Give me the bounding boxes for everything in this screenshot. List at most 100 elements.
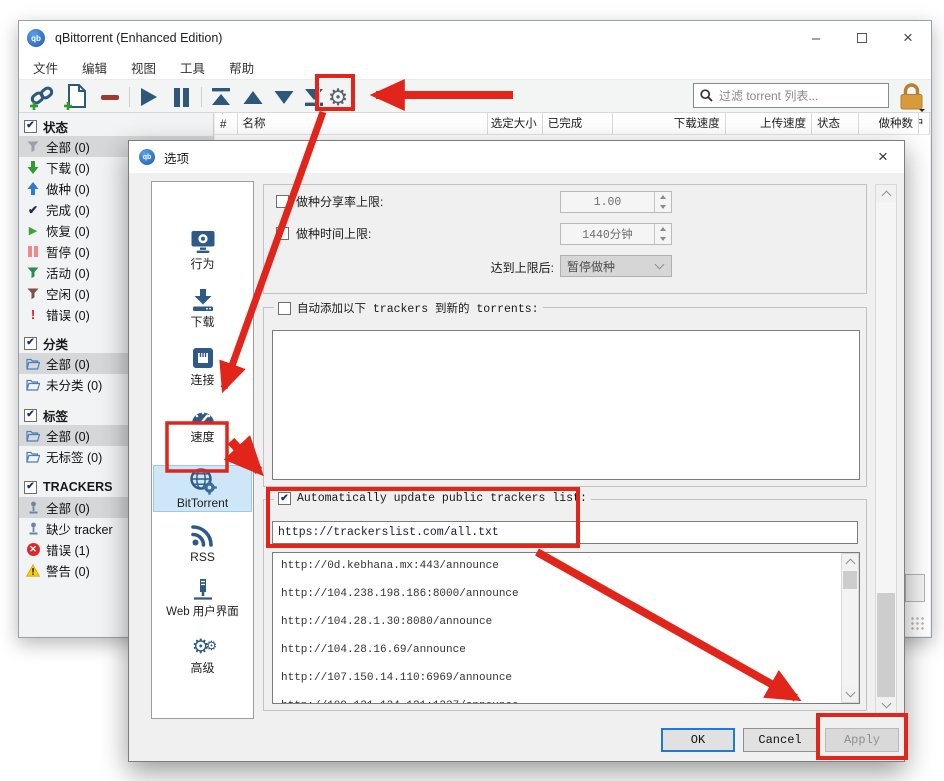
status-filter-header[interactable]: ✔ 状态 <box>19 116 213 136</box>
pause-red-icon <box>26 245 40 259</box>
column-upspeed[interactable]: 上传速度 <box>726 113 812 134</box>
search-input[interactable] <box>719 89 882 103</box>
tracker-list-item[interactable]: http://109.121.134.121:1337/announce <box>273 693 859 704</box>
scrollbar-thumb[interactable] <box>843 571 857 589</box>
play-icon <box>140 87 158 107</box>
auto-add-trackers-label: 自动添加以下 trackers 到新的 torrents: <box>297 300 539 316</box>
tag-checkbox[interactable]: ✔ <box>24 409 37 422</box>
options-button[interactable]: ⚙ <box>323 84 353 110</box>
warning-triangle-icon <box>26 564 40 578</box>
time-limit-spinbox[interactable]: 1440分钟 <box>560 223 672 245</box>
nav-rss[interactable]: RSS <box>153 521 252 564</box>
column-seeds[interactable]: 做种数 <box>859 113 919 134</box>
column-size[interactable]: 选定大小 <box>488 113 542 134</box>
torrent-filter-search[interactable] <box>693 83 889 108</box>
column-user[interactable]: 用户 <box>919 113 930 134</box>
menu-view[interactable]: 视图 <box>131 58 156 77</box>
tracker-list-item[interactable]: http://104.28.16.69/announce <box>273 637 859 665</box>
filter-label: 缺少 tracker <box>46 519 113 538</box>
move-bottom-icon <box>304 88 324 106</box>
nav-connection[interactable]: 连接 <box>153 344 252 387</box>
reach-limit-dropdown[interactable]: 暂停做种 <box>560 255 672 277</box>
tracker-list-item[interactable]: http://0d.kebhana.mx:443/announce <box>273 553 859 581</box>
auto-add-trackers-textarea[interactable] <box>272 330 860 480</box>
nav-webui[interactable]: Web 用户界面 <box>153 576 252 619</box>
seeding-limits-group: 做种分享率上限: 1.00 做种时间上限: 1440分钟 达到上限后: 暂停做种 <box>263 184 867 294</box>
options-scrollbar[interactable] <box>875 184 897 715</box>
nav-advanced[interactable]: ⚙⚙ 高级 <box>153 632 252 675</box>
scroll-up-button[interactable] <box>842 554 858 570</box>
nav-bittorrent[interactable]: BitTorrent <box>153 465 252 512</box>
tracker-list-item[interactable]: http://104.238.198.186:8000/announce <box>273 581 859 609</box>
ratio-limit-checkbox[interactable] <box>276 195 289 208</box>
tracker-list-box[interactable]: http://0d.kebhana.mx:443/announce http:/… <box>272 552 860 704</box>
nav-behavior[interactable]: 行为 <box>153 228 252 271</box>
maximize-button[interactable] <box>839 21 885 55</box>
ok-button[interactable]: OK <box>661 728 735 752</box>
scrollbar-end[interactable] <box>905 574 925 602</box>
scroll-down-button[interactable] <box>876 697 896 714</box>
spin-buttons[interactable] <box>654 192 671 212</box>
speed-icon <box>153 401 252 429</box>
menu-help[interactable]: 帮助 <box>229 58 254 77</box>
tracker-list-item[interactable]: http://104.28.1.30:8080/announce <box>273 609 859 637</box>
apply-button[interactable]: Apply <box>825 728 899 752</box>
time-limit-checkbox[interactable] <box>276 227 289 240</box>
arrow-down-icon <box>26 161 40 175</box>
funnel-green-icon <box>26 266 40 280</box>
play-green-icon: ▶ <box>26 224 40 238</box>
dialog-close-button[interactable]: × <box>870 145 896 169</box>
trackers-checkbox[interactable]: ✔ <box>24 481 37 494</box>
column-status[interactable]: 状态 <box>812 113 859 134</box>
pause-button[interactable] <box>167 84 195 110</box>
move-up-button[interactable] <box>239 84 267 110</box>
webui-icon <box>153 576 252 604</box>
dialog-titlebar: qb 选项 × <box>129 141 904 173</box>
add-torrent-link-button[interactable] <box>27 84 57 110</box>
spin-buttons[interactable] <box>654 224 671 244</box>
toolbar-separator <box>129 87 130 107</box>
nav-speed[interactable]: 速度 <box>153 401 252 444</box>
column-number[interactable]: ˇ # <box>215 113 238 134</box>
public-trackers-checkbox[interactable]: ✔ <box>278 492 291 505</box>
filter-label: 警告 (0) <box>46 561 90 580</box>
tracker-icon <box>26 501 40 515</box>
time-limit-label: 做种时间上限: <box>296 225 371 242</box>
menu-edit[interactable]: 编辑 <box>82 58 107 77</box>
cancel-button[interactable]: Cancel <box>743 728 817 752</box>
column-dlspeed[interactable]: 下载速度 <box>613 113 726 134</box>
auto-add-trackers-checkbox[interactable] <box>278 302 291 315</box>
resize-grip[interactable] <box>910 616 926 632</box>
lock-button[interactable] <box>896 82 926 112</box>
status-checkbox[interactable]: ✔ <box>24 120 37 133</box>
exclaim-icon: ! <box>26 308 40 322</box>
trackers-filter-title: TRACKERS <box>43 480 112 494</box>
ratio-limit-spinbox[interactable]: 1.00 <box>560 191 672 213</box>
tracker-list-item[interactable]: http://107.150.14.110:6969/announce <box>273 665 859 693</box>
move-down-button[interactable] <box>270 84 298 110</box>
public-trackers-url-field[interactable] <box>272 521 858 544</box>
menu-file[interactable]: 文件 <box>33 58 58 77</box>
move-up-icon <box>243 91 263 104</box>
close-button[interactable]: × <box>885 21 931 55</box>
resume-button[interactable] <box>135 84 163 110</box>
minimize-button[interactable]: – <box>793 21 839 55</box>
move-top-button[interactable] <box>207 84 235 110</box>
category-checkbox[interactable]: ✔ <box>24 337 37 350</box>
menu-tools[interactable]: 工具 <box>180 58 205 77</box>
tracker-list-scrollbar[interactable] <box>841 553 859 703</box>
scrollbar-thumb[interactable] <box>877 593 895 698</box>
maximize-icon <box>857 33 867 43</box>
column-name[interactable]: 名称 <box>238 113 489 134</box>
column-done[interactable]: 已完成 <box>543 113 613 134</box>
filter-label: 全部 (0) <box>46 426 90 445</box>
nav-downloads[interactable]: 下载 <box>153 286 252 329</box>
delete-torrent-button[interactable] <box>97 84 123 110</box>
public-trackers-url-input[interactable] <box>278 526 857 539</box>
filter-label: 完成 (0) <box>46 200 90 219</box>
public-trackers-label: Automatically update public trackers lis… <box>297 492 587 505</box>
chevron-down-icon <box>845 688 855 698</box>
add-torrent-file-button[interactable] <box>61 84 89 110</box>
scroll-up-button[interactable] <box>876 185 896 202</box>
scroll-down-button[interactable] <box>842 686 858 702</box>
